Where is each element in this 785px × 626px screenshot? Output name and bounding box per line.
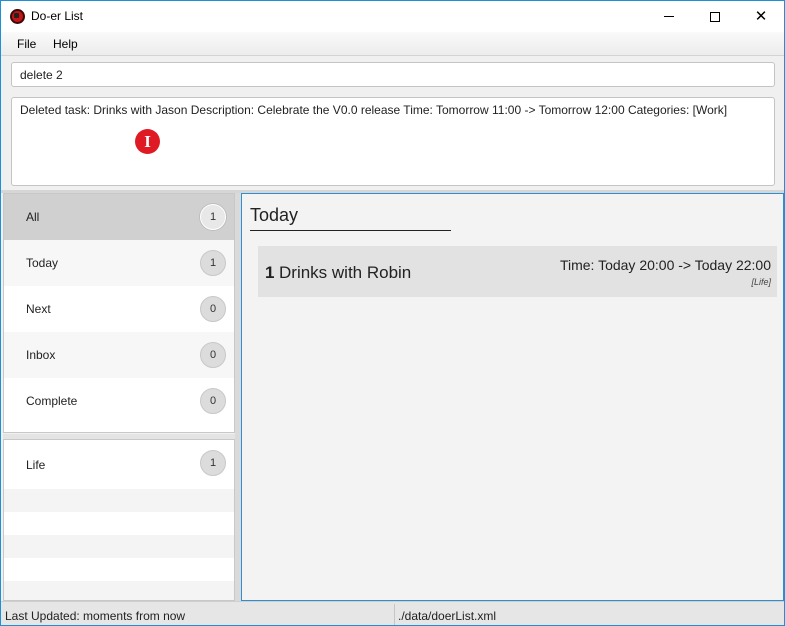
count-badge: 0: [200, 296, 226, 322]
category-list: All 1 Today 1 Next 0 Inbox 0 Complete 0: [3, 193, 235, 433]
result-display: Deleted task: Drinks with Jason Descript…: [11, 97, 775, 186]
status-bar: Last Updated: moments from now ./data/do…: [1, 601, 784, 625]
status-last-updated: Last Updated: moments from now: [5, 609, 186, 623]
title-bar: Do-er List ✕: [1, 1, 784, 32]
menu-bar: File Help: [1, 32, 784, 56]
menu-file[interactable]: File: [17, 37, 36, 51]
app-logo-icon: [10, 9, 25, 24]
task-name: Drinks with Robin: [279, 263, 412, 282]
task-card[interactable]: 1 Drinks with Robin Time: Today 20:00 ->…: [258, 246, 777, 297]
status-file-path: ./data/doerList.xml: [398, 609, 497, 623]
close-button[interactable]: ✕: [738, 1, 784, 32]
count-badge: 1: [200, 450, 226, 476]
result-text: Deleted task: Drinks with Jason Descript…: [20, 103, 728, 117]
text-cursor-icon: I: [135, 129, 160, 154]
task-index: 1: [265, 263, 275, 282]
count-badge: 1: [200, 204, 226, 230]
menu-help[interactable]: Help: [53, 37, 78, 51]
command-input[interactable]: delete 2: [11, 62, 775, 87]
category-item-inbox[interactable]: Inbox 0: [4, 332, 234, 378]
category-item-all[interactable]: All 1: [4, 194, 234, 240]
empty-row: [4, 489, 234, 512]
empty-row: [4, 581, 234, 600]
task-time: Time: Today 20:00 -> Today 22:00: [559, 257, 771, 273]
count-badge: 1: [200, 250, 226, 276]
maximize-icon: [710, 11, 720, 22]
count-badge: 0: [200, 342, 226, 368]
app-window: Do-er List ✕ File Help delete 2 Deleted …: [0, 0, 785, 626]
section-divider: [250, 230, 451, 231]
section-title: Today: [250, 205, 299, 225]
empty-row: [4, 535, 234, 558]
empty-row: [4, 558, 234, 581]
category-item-next[interactable]: Next 0: [4, 286, 234, 332]
empty-row: [4, 512, 234, 535]
category-item-today[interactable]: Today 1: [4, 240, 234, 286]
task-panel: Today 1 Drinks with Robin Time: Today 20…: [241, 193, 784, 601]
minimize-icon: [664, 16, 674, 17]
maximize-button[interactable]: [692, 1, 738, 32]
tag-item-life[interactable]: Life 1: [4, 440, 234, 489]
task-categories: [Life]: [751, 277, 771, 287]
tag-label: Life: [26, 457, 46, 472]
category-label: Complete: [26, 394, 78, 408]
category-label: Today: [26, 256, 59, 270]
category-label: Next: [26, 302, 51, 316]
category-label: Inbox: [26, 348, 56, 362]
status-separator: [394, 604, 395, 625]
window-title: Do-er List: [31, 9, 84, 23]
count-badge: 0: [200, 388, 226, 414]
close-icon: ✕: [754, 7, 768, 25]
category-label: All: [26, 210, 40, 224]
category-item-complete[interactable]: Complete 0: [4, 378, 234, 424]
tag-list: Life 1: [3, 439, 235, 601]
minimize-button[interactable]: [646, 1, 692, 32]
